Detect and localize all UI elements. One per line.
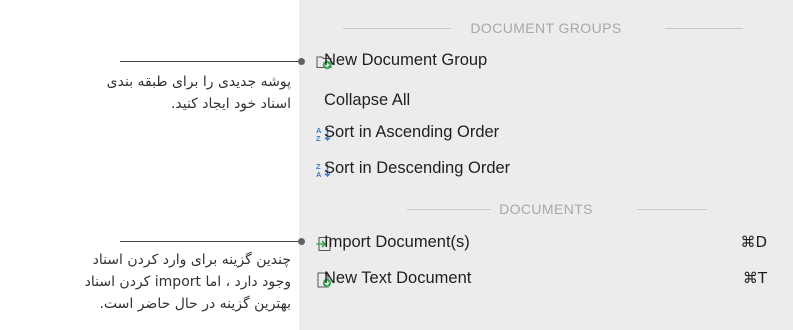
section-header-document-groups: DOCUMENT GROUPS: [299, 18, 793, 38]
section-title-documents: DOCUMENTS: [499, 201, 593, 217]
callout-line-top: [120, 61, 300, 62]
svg-text:A: A: [316, 170, 322, 178]
shortcut-label: ⌘T: [742, 269, 767, 287]
menu-item-label: Sort in Descending Order: [324, 159, 511, 177]
menu-item-import-documents[interactable]: Import Document(s) ⌘D: [299, 228, 793, 258]
svg-text:Z: Z: [316, 134, 321, 142]
menu-item-sort-descending[interactable]: Z A Sort in Descending Order: [299, 154, 793, 184]
annotation-bottom: چندین گزینه برای وارد کردن اسناد وجود دا…: [85, 249, 291, 315]
annotation-top: پوشه جدیدی را برای طبقه بندی اسناد خود ا…: [107, 71, 291, 115]
annotation-bottom-line-2: وجود دارد ، اما import کردن اسناد: [84, 274, 291, 290]
menu-item-label: New Text Document: [324, 269, 472, 287]
callout-dot-top: [298, 58, 305, 65]
document-context-menu: DOCUMENT GROUPS New Document Group Colla…: [299, 0, 793, 330]
menu-item-label: Sort in Ascending Order: [324, 123, 500, 141]
menu-item-label: Import Document(s): [324, 233, 470, 251]
annotation-bottom-line-3: بهترین گزینه در حال حاضر است.: [99, 296, 291, 312]
annotation-bottom-line-1: چندین گزینه برای وارد کردن اسناد: [92, 252, 291, 268]
callout-dot-bottom: [298, 238, 305, 245]
menu-item-sort-ascending[interactable]: A Z Sort in Ascending Order: [299, 118, 793, 148]
annotation-top-line-1: پوشه جدیدی را برای طبقه بندی: [106, 74, 291, 90]
menu-item-new-text-document[interactable]: New Text Document ⌘T: [299, 264, 793, 294]
menu-item-new-document-group[interactable]: New Document Group: [299, 46, 793, 76]
section-header-documents: DOCUMENTS: [299, 199, 793, 219]
callout-line-bottom: [120, 241, 300, 242]
annotation-top-line-2: اسناد خود ایجاد کنید.: [170, 96, 291, 112]
menu-item-label: Collapse All: [324, 91, 411, 109]
section-title-document-groups: DOCUMENT GROUPS: [470, 20, 622, 36]
menu-item-collapse-all[interactable]: Collapse All: [299, 86, 793, 116]
menu-item-label: New Document Group: [324, 51, 488, 69]
shortcut-label: ⌘D: [740, 233, 767, 251]
